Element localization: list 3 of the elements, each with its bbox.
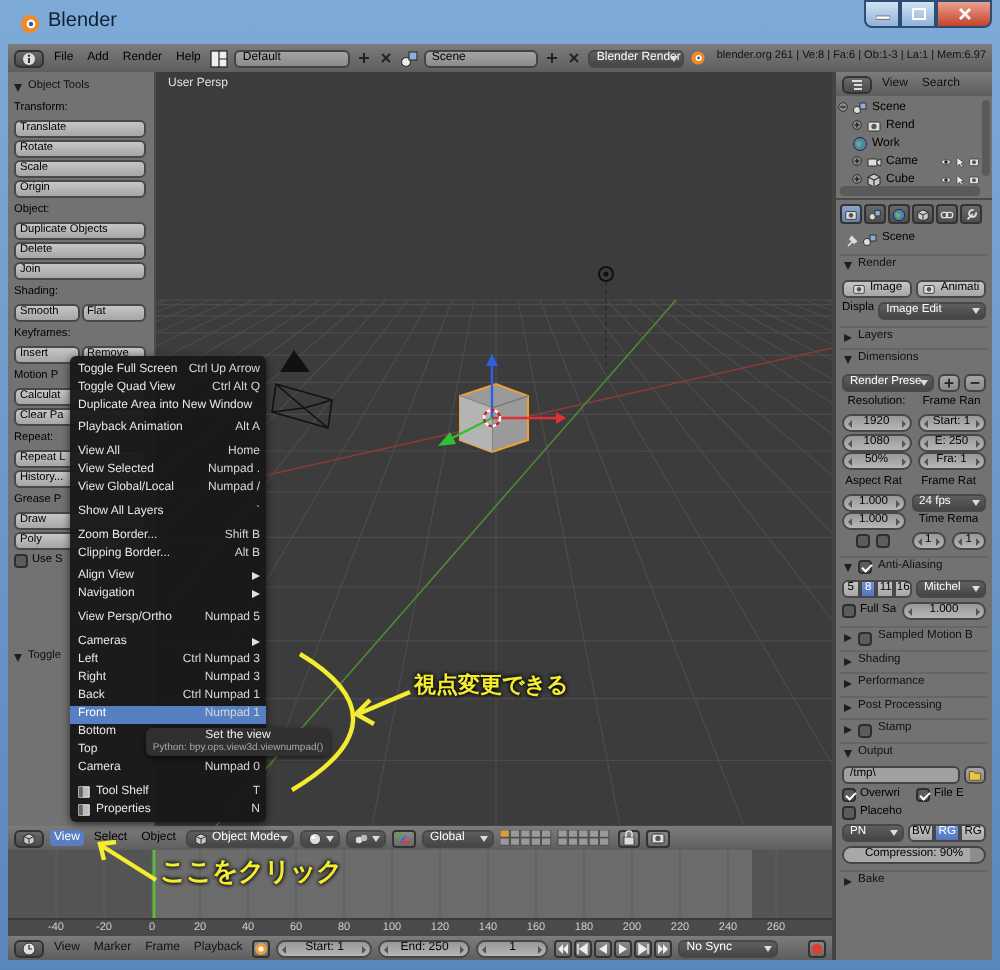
annotation-text: 視点変更できる (414, 674, 568, 696)
annotation-text: ここをクリック (160, 860, 342, 886)
window-title: Blender (48, 12, 117, 32)
